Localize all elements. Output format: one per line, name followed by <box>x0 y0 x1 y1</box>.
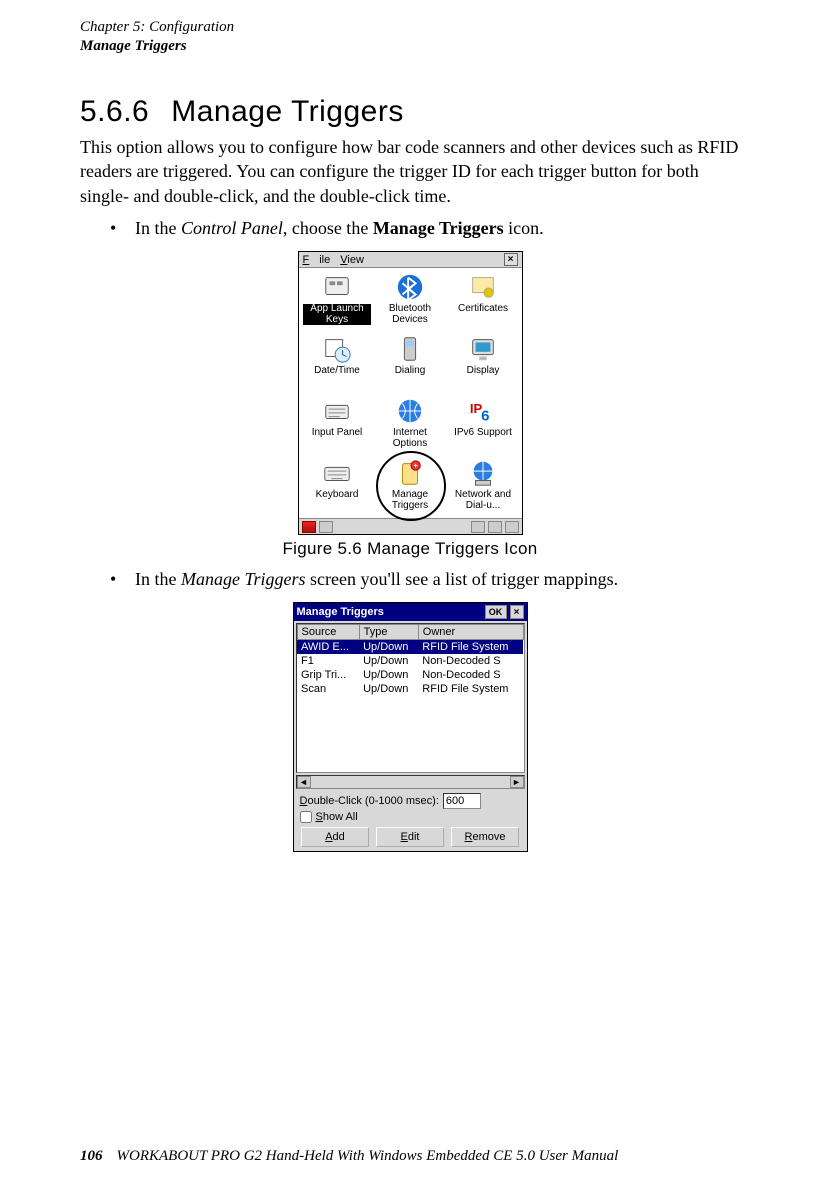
datetime-icon <box>322 334 352 364</box>
manage-triggers-dialog: Manage Triggers OK × Source Type Owner <box>293 602 528 852</box>
table-row[interactable]: F1 Up/Down Non-Decoded S <box>297 654 523 668</box>
bluetooth-icon <box>395 272 425 302</box>
add-button[interactable]: Add <box>301 827 369 847</box>
cp-label: Input Panel <box>303 428 371 439</box>
trigger-list[interactable]: Source Type Owner AWID E... Up/Down RFID… <box>296 623 525 773</box>
menu-view[interactable]: View <box>340 254 364 266</box>
col-source[interactable]: Source <box>297 625 359 640</box>
cp-label: Internet Options <box>376 428 444 449</box>
show-all-checkbox[interactable] <box>300 811 312 823</box>
cp-item-internet-options[interactable]: Internet Options <box>374 396 447 456</box>
double-click-input[interactable] <box>443 793 481 809</box>
edit-button[interactable]: Edit <box>376 827 444 847</box>
table-row[interactable]: Scan Up/Down RFID File System <box>297 682 523 696</box>
intro-paragraph: This option allows you to configure how … <box>80 135 740 208</box>
cp-item-network[interactable]: Network and Dial-u... <box>447 458 520 518</box>
cp-item-input-panel[interactable]: Input Panel <box>301 396 374 456</box>
cp-label: Dialing <box>376 366 444 377</box>
close-icon[interactable]: × <box>510 605 524 619</box>
col-type[interactable]: Type <box>359 625 418 640</box>
footer-title: WORKABOUT PRO G2 Hand-Held With Windows … <box>117 1148 619 1164</box>
app-launch-keys-icon <box>322 272 352 302</box>
horizontal-scrollbar[interactable]: ◄ ► <box>296 775 525 789</box>
button-row: Add Edit Remove <box>294 827 527 851</box>
certificates-icon <box>468 272 498 302</box>
cp-label: Network and Dial-u... <box>449 490 517 511</box>
cp-item-certificates[interactable]: Certificates <box>447 272 520 332</box>
col-owner[interactable]: Owner <box>418 625 523 640</box>
scroll-right-icon[interactable]: ► <box>510 776 524 788</box>
step-list-2: In the Manage Triggers screen you'll see… <box>80 567 740 592</box>
cp-item-app-launch-keys[interactable]: App Launch Keys <box>301 272 374 332</box>
ok-button[interactable]: OK <box>485 605 507 619</box>
menu-bar: File View × <box>299 252 522 268</box>
cp-label: App Launch Keys <box>303 304 371 325</box>
close-icon[interactable]: × <box>504 253 518 266</box>
double-click-label: Double-Click (0-1000 msec): <box>300 795 439 807</box>
section-label: Manage Triggers <box>80 37 234 56</box>
cp-item-keyboard[interactable]: Keyboard <box>301 458 374 518</box>
section-title-text: Manage Triggers <box>171 95 404 128</box>
sip-button[interactable] <box>505 521 519 533</box>
content: 5.6.6 Manage Triggers This option allows … <box>80 0 740 852</box>
cp-label: Keyboard <box>303 490 371 501</box>
running-head: Chapter 5: Configuration Manage Triggers <box>80 18 234 56</box>
section-heading: 5.6.6 Manage Triggers <box>80 95 740 129</box>
highlight-circle <box>376 451 446 521</box>
network-icon <box>468 458 498 488</box>
internet-options-icon <box>395 396 425 426</box>
cp-label: Date/Time <box>303 366 371 377</box>
table-header-row: Source Type Owner <box>297 625 523 640</box>
display-icon <box>468 334 498 364</box>
show-all-label[interactable]: Show All <box>300 811 521 823</box>
step-list-1: In the Control Panel, choose the Manage … <box>80 216 740 241</box>
cp-item-display[interactable]: Display <box>447 334 520 394</box>
table-row[interactable]: Grip Tri... Up/Down Non-Decoded S <box>297 668 523 682</box>
footer: 106 WORKABOUT PRO G2 Hand-Held With Windo… <box>80 1148 740 1165</box>
step-1: In the Control Panel, choose the Manage … <box>80 216 740 241</box>
double-click-row: Double-Click (0-1000 msec): <box>294 791 527 811</box>
cp-item-bluetooth[interactable]: Bluetooth Devices <box>374 272 447 332</box>
section-number: 5.6.6 <box>80 95 149 129</box>
ipv6-icon: IP6 <box>468 396 498 426</box>
cp-label: Bluetooth Devices <box>376 304 444 325</box>
input-panel-icon <box>322 396 352 426</box>
title-bar: Manage Triggers OK × <box>294 603 527 621</box>
taskbar-button[interactable] <box>319 521 333 533</box>
start-button[interactable] <box>302 521 316 533</box>
cp-item-datetime[interactable]: Date/Time <box>301 334 374 394</box>
taskbar-tray-icon[interactable] <box>488 521 502 533</box>
cp-label: Display <box>449 366 517 377</box>
page: Chapter 5: Configuration Manage Triggers… <box>0 0 820 1193</box>
keyboard-icon <box>322 458 352 488</box>
taskbar-tray-icon[interactable] <box>471 521 485 533</box>
show-all-row: Show All <box>294 811 527 827</box>
remove-button[interactable]: Remove <box>451 827 519 847</box>
page-number: 106 <box>80 1148 103 1164</box>
dialing-icon <box>395 334 425 364</box>
scroll-left-icon[interactable]: ◄ <box>297 776 311 788</box>
cp-label: IPv6 Support <box>449 428 517 439</box>
cp-item-dialing[interactable]: Dialing <box>374 334 447 394</box>
chapter-label: Chapter 5: Configuration <box>80 18 234 37</box>
dialog-title: Manage Triggers <box>297 606 384 618</box>
figure-caption: Figure 5.6 Manage Triggers Icon <box>80 539 740 559</box>
trigger-table: Source Type Owner AWID E... Up/Down RFID… <box>297 624 524 696</box>
step-2: In the Manage Triggers screen you'll see… <box>80 567 740 592</box>
cp-item-ipv6[interactable]: IP6 IPv6 Support <box>447 396 520 456</box>
menu-file[interactable]: File <box>303 254 331 266</box>
svg-text:6: 6 <box>481 407 489 424</box>
table-row[interactable]: AWID E... Up/Down RFID File System <box>297 640 523 654</box>
cp-label: Certificates <box>449 304 517 315</box>
